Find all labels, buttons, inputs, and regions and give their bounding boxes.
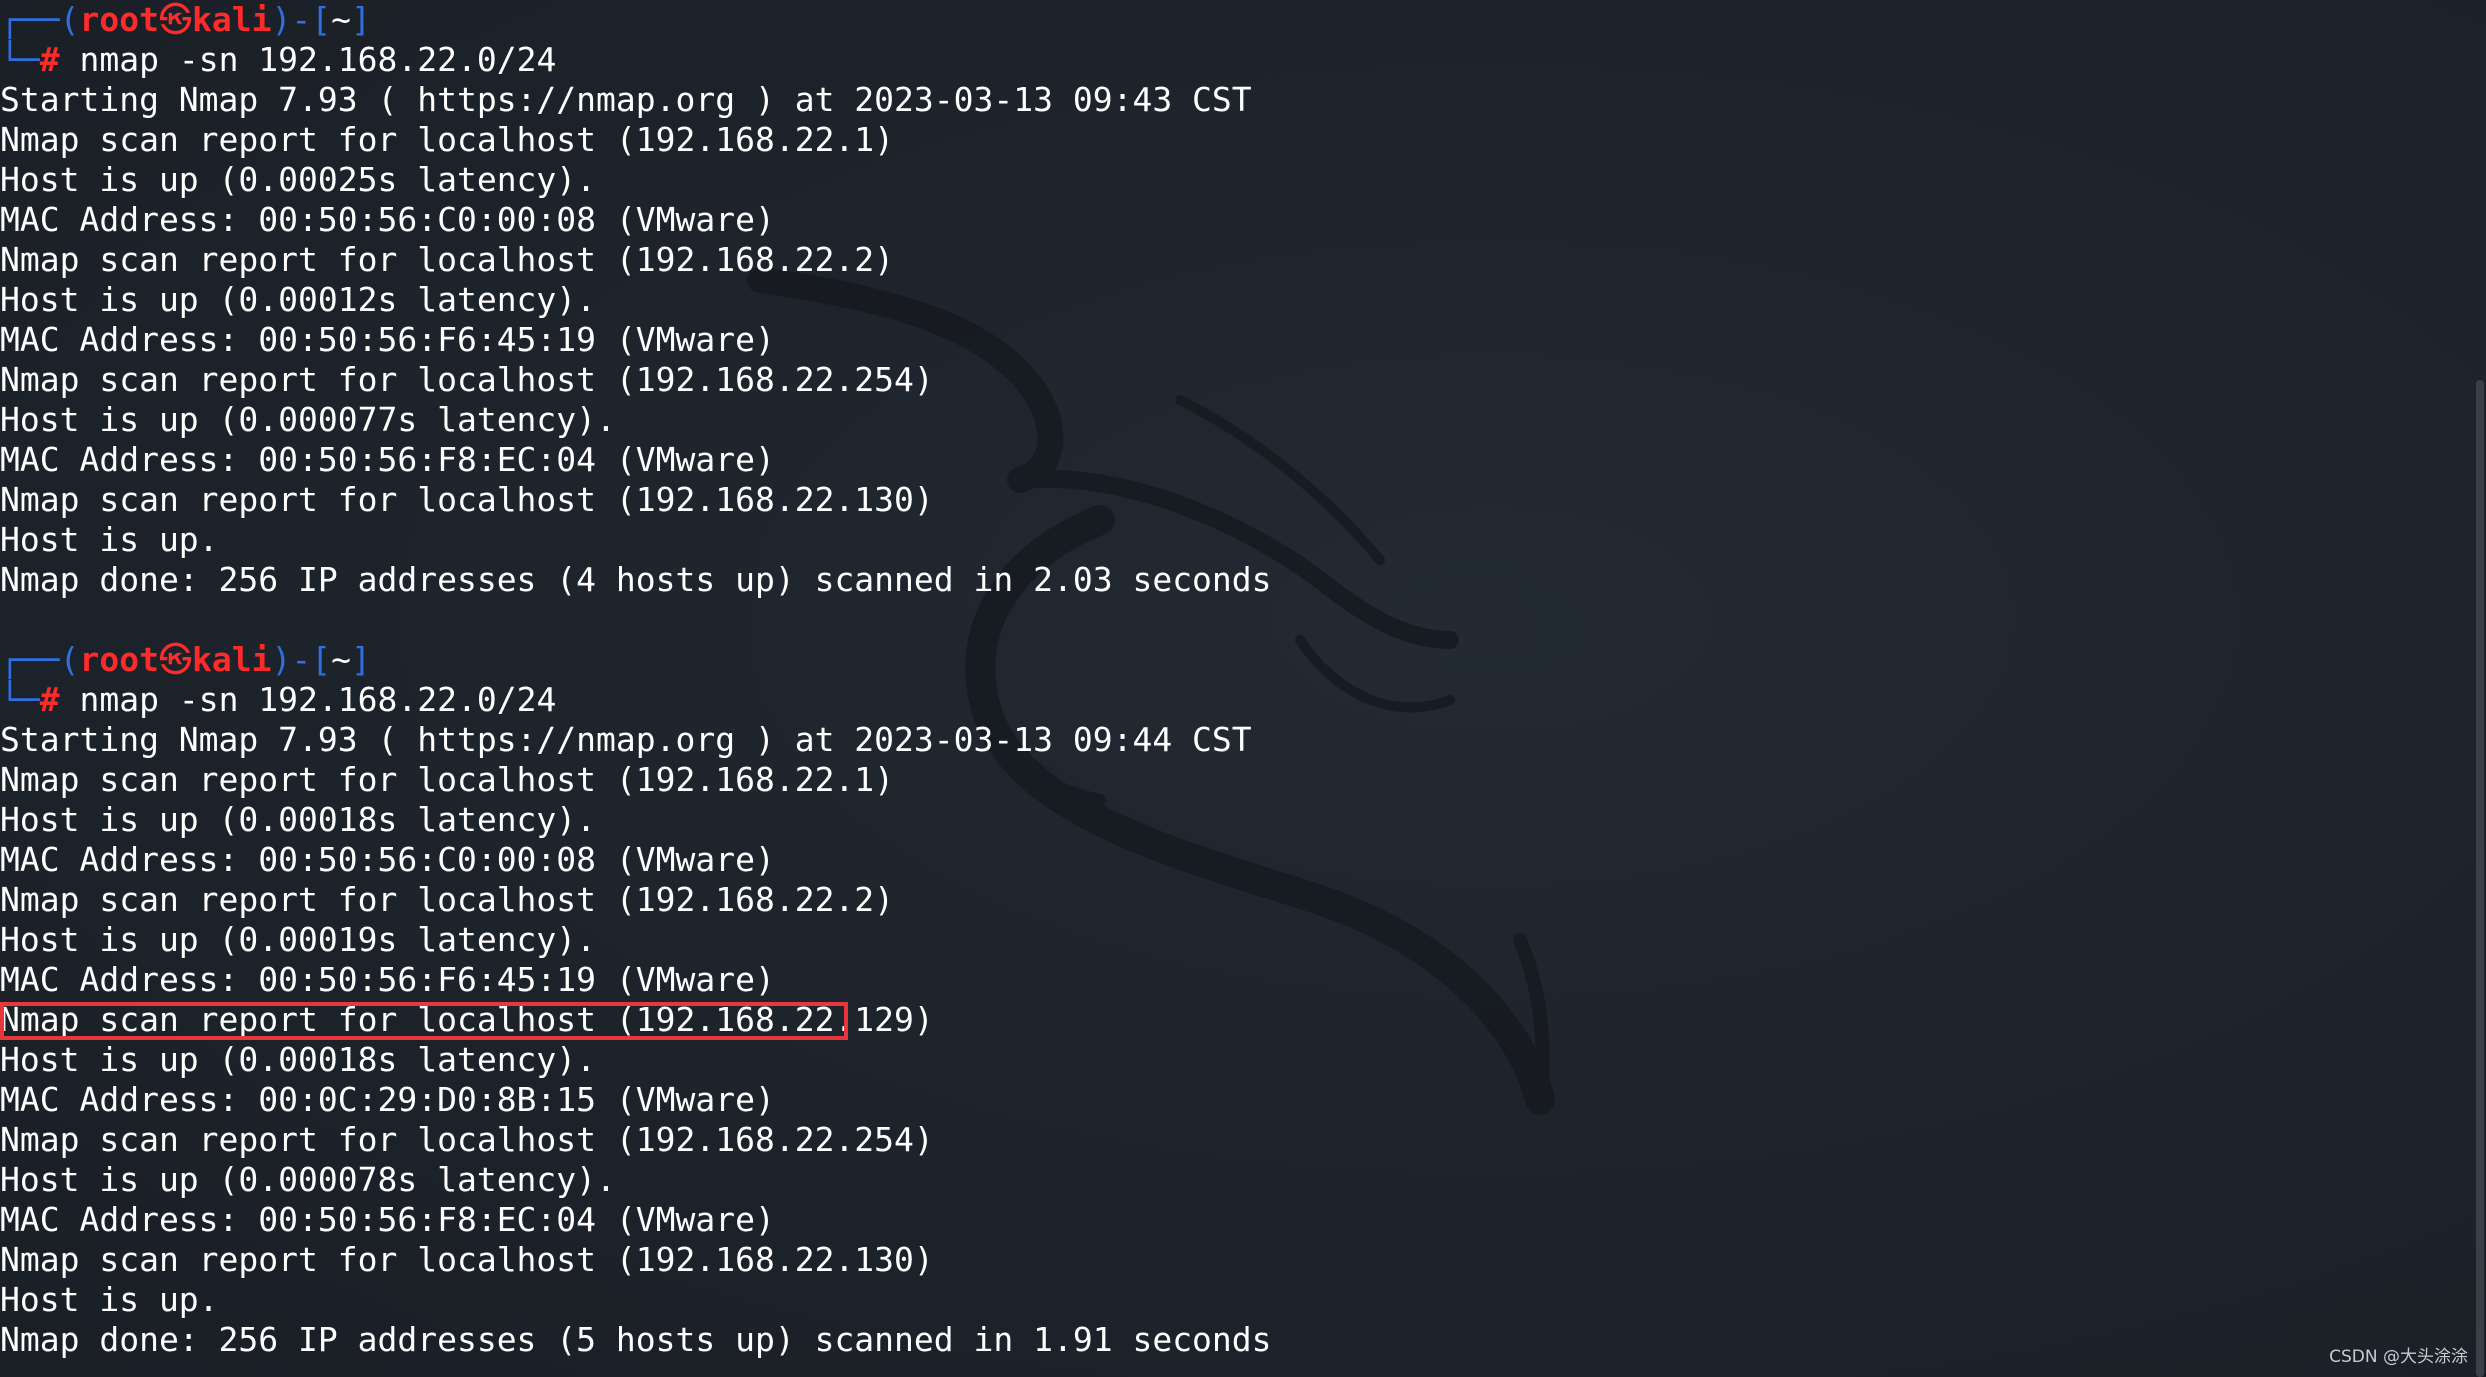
prompt-dir: ~ (331, 640, 351, 679)
prompt-dir-open: [ (311, 640, 332, 679)
output-line: Host is up (0.00025s latency). (0, 160, 597, 199)
output-line: Starting Nmap 7.93 ( https://nmap.org ) … (0, 720, 1252, 759)
highlight-box (0, 1002, 848, 1040)
terminal-output[interactable]: ┌──(root㉿kali)-[~] └─# nmap -sn 192.168.2… (0, 0, 1272, 1360)
prompt-host: kali (191, 640, 272, 679)
prompt-close-paren: ) (271, 640, 292, 679)
output-line: Host is up (0.00018s latency). (0, 1040, 597, 1079)
output-line: Nmap done: 256 IP addresses (5 hosts up)… (0, 1320, 1272, 1359)
output-line: Nmap scan report for localhost (192.168.… (0, 1120, 934, 1159)
output-line: Nmap done: 256 IP addresses (4 hosts up)… (0, 560, 1272, 599)
scrollbar-thumb[interactable] (2476, 380, 2484, 1377)
output-line: Host is up. (0, 1280, 219, 1319)
prompt-header: ┌──(root㉿kali)-[~] (0, 640, 1272, 680)
output-line: MAC Address: 00:50:56:C0:00:08 (VMware) (0, 200, 775, 239)
output-line: Host is up (0.00018s latency). (0, 800, 597, 839)
prompt-dir-close: ] (350, 640, 371, 679)
output-line: Nmap scan report for localhost (192.168.… (0, 1240, 934, 1279)
kali-skull-icon: ㉿ (158, 640, 192, 679)
prompt-open-paren: ( (59, 640, 80, 679)
command-line: └─# nmap -sn 192.168.22.0/24 (0, 680, 1272, 720)
output-line: MAC Address: 00:50:56:F6:45:19 (VMware) (0, 960, 775, 999)
output-line: Nmap scan report for localhost (192.168.… (0, 880, 895, 919)
prompt-frame-corner: ┌── (0, 0, 60, 39)
kali-skull-icon: ㉿ (158, 0, 192, 39)
terminal-window[interactable]: ┌──(root㉿kali)-[~] └─# nmap -sn 192.168.2… (0, 0, 2486, 1377)
output-line: Nmap scan report for localhost (192.168.… (0, 360, 934, 399)
output-line: Nmap scan report for localhost (192.168.… (0, 480, 934, 519)
output-line: MAC Address: 00:50:56:F6:45:19 (VMware) (0, 320, 775, 359)
output-line: MAC Address: 00:50:56:F8:EC:04 (VMware) (0, 1200, 775, 1239)
prompt-header: ┌──(root㉿kali)-[~] (0, 0, 1272, 40)
prompt-open-paren: ( (59, 0, 80, 39)
output-line: Starting Nmap 7.93 ( https://nmap.org ) … (0, 80, 1252, 119)
prompt-frame-corner: ┌── (0, 640, 60, 679)
scrollbar[interactable] (2472, 0, 2486, 1377)
prompt-dir: ~ (331, 0, 351, 39)
output-line: Host is up. (0, 520, 219, 559)
prompt-user: root (79, 0, 159, 39)
prompt-frame-bottom: └─ (0, 40, 40, 79)
command-text: nmap -sn 192.168.22.0/24 (59, 40, 557, 79)
output-line: MAC Address: 00:50:56:C0:00:08 (VMware) (0, 840, 775, 879)
prompt-user: root (79, 640, 159, 679)
output-line: MAC Address: 00:50:56:F8:EC:04 (VMware) (0, 440, 775, 479)
output-line: MAC Address: 00:0C:29:D0:8B:15 (VMware) (0, 1080, 775, 1119)
prompt-dash: - (291, 640, 312, 679)
prompt-dash: - (291, 0, 312, 39)
prompt-dir-open: [ (311, 0, 332, 39)
command-text: nmap -sn 192.168.22.0/24 (59, 680, 557, 719)
prompt-close-paren: ) (271, 0, 292, 39)
watermark-credit: CSDN @大头涂涂 (2329, 1347, 2468, 1367)
output-line: Host is up (0.000077s latency). (0, 400, 616, 439)
command-line: └─# nmap -sn 192.168.22.0/24 (0, 40, 1272, 80)
output-line: Host is up (0.00012s latency). (0, 280, 597, 319)
output-line: Host is up (0.00019s latency). (0, 920, 597, 959)
output-line: Nmap scan report for localhost (192.168.… (0, 760, 895, 799)
prompt-symbol: # (39, 40, 60, 79)
output-line: Host is up (0.000078s latency). (0, 1160, 616, 1199)
prompt-host: kali (191, 0, 272, 39)
prompt-dir-close: ] (350, 0, 371, 39)
output-line: Nmap scan report for localhost (192.168.… (0, 240, 895, 279)
prompt-symbol: # (39, 680, 60, 719)
output-line: Nmap scan report for localhost (192.168.… (0, 120, 895, 159)
prompt-frame-bottom: └─ (0, 680, 40, 719)
